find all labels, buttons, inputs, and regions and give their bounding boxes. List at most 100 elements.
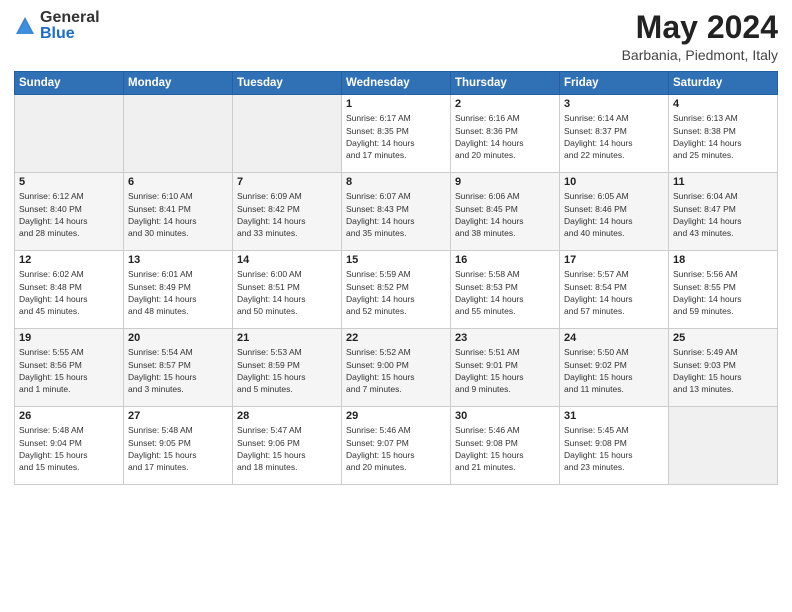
day-info: Sunrise: 5:55 AM Sunset: 8:56 PM Dayligh… xyxy=(19,346,119,395)
day-number: 11 xyxy=(673,176,773,188)
day-number: 8 xyxy=(346,176,446,188)
day-number: 27 xyxy=(128,410,228,422)
day-number: 17 xyxy=(564,254,664,266)
day-info: Sunrise: 6:01 AM Sunset: 8:49 PM Dayligh… xyxy=(128,268,228,317)
day-info: Sunrise: 6:14 AM Sunset: 8:37 PM Dayligh… xyxy=(564,112,664,161)
calendar-cell: 31 Sunrise: 5:45 AM Sunset: 9:08 PM Dayli… xyxy=(560,407,669,485)
day-number: 24 xyxy=(564,332,664,344)
day-number: 31 xyxy=(564,410,664,422)
calendar-cell xyxy=(233,95,342,173)
day-number: 1 xyxy=(346,98,446,110)
day-number: 9 xyxy=(455,176,555,188)
calendar-cell: 26 Sunrise: 5:48 AM Sunset: 9:04 PM Dayli… xyxy=(15,407,124,485)
calendar-cell: 1 Sunrise: 6:17 AM Sunset: 8:35 PM Daylig… xyxy=(342,95,451,173)
day-info: Sunrise: 5:49 AM Sunset: 9:03 PM Dayligh… xyxy=(673,346,773,395)
day-info: Sunrise: 6:05 AM Sunset: 8:46 PM Dayligh… xyxy=(564,190,664,239)
week-row-4: 26 Sunrise: 5:48 AM Sunset: 9:04 PM Dayli… xyxy=(15,407,778,485)
main-title: May 2024 xyxy=(622,10,778,45)
header: General Blue May 2024 Barbania, Piedmont… xyxy=(14,10,778,63)
calendar-cell: 18Sunrise: 5:56 AM Sunset: 8:55 PM Dayli… xyxy=(669,251,778,329)
day-info: Sunrise: 6:12 AM Sunset: 8:40 PM Dayligh… xyxy=(19,190,119,239)
day-info: Sunrise: 6:13 AM Sunset: 8:38 PM Dayligh… xyxy=(673,112,773,161)
day-info: Sunrise: 5:51 AM Sunset: 9:01 PM Dayligh… xyxy=(455,346,555,395)
calendar-cell: 23Sunrise: 5:51 AM Sunset: 9:01 PM Dayli… xyxy=(451,329,560,407)
calendar-cell: 4 Sunrise: 6:13 AM Sunset: 8:38 PM Daylig… xyxy=(669,95,778,173)
day-info: Sunrise: 5:46 AM Sunset: 9:08 PM Dayligh… xyxy=(455,424,555,473)
day-info: Sunrise: 6:06 AM Sunset: 8:45 PM Dayligh… xyxy=(455,190,555,239)
page: General Blue May 2024 Barbania, Piedmont… xyxy=(0,0,792,612)
week-row-1: 5 Sunrise: 6:12 AM Sunset: 8:40 PM Daylig… xyxy=(15,173,778,251)
day-number: 10 xyxy=(564,176,664,188)
day-number: 7 xyxy=(237,176,337,188)
week-row-0: 1 Sunrise: 6:17 AM Sunset: 8:35 PM Daylig… xyxy=(15,95,778,173)
header-row: SundayMondayTuesdayWednesdayThursdayFrid… xyxy=(15,72,778,95)
col-header-wednesday: Wednesday xyxy=(342,72,451,95)
calendar-cell: 8 Sunrise: 6:07 AM Sunset: 8:43 PM Daylig… xyxy=(342,173,451,251)
calendar-cell: 6 Sunrise: 6:10 AM Sunset: 8:41 PM Daylig… xyxy=(124,173,233,251)
calendar-cell: 28 Sunrise: 5:47 AM Sunset: 9:06 PM Dayli… xyxy=(233,407,342,485)
day-number: 12 xyxy=(19,254,119,266)
col-header-saturday: Saturday xyxy=(669,72,778,95)
day-info: Sunrise: 6:10 AM Sunset: 8:41 PM Dayligh… xyxy=(128,190,228,239)
day-info: Sunrise: 5:45 AM Sunset: 9:08 PM Dayligh… xyxy=(564,424,664,473)
day-info: Sunrise: 5:52 AM Sunset: 9:00 PM Dayligh… xyxy=(346,346,446,395)
day-info: Sunrise: 5:54 AM Sunset: 8:57 PM Dayligh… xyxy=(128,346,228,395)
logo-general: General xyxy=(40,9,100,26)
calendar-cell: 14Sunrise: 6:00 AM Sunset: 8:51 PM Dayli… xyxy=(233,251,342,329)
calendar-cell: 27 Sunrise: 5:48 AM Sunset: 9:05 PM Dayli… xyxy=(124,407,233,485)
calendar-cell: 19 Sunrise: 5:55 AM Sunset: 8:56 PM Dayli… xyxy=(15,329,124,407)
calendar-cell: 7Sunrise: 6:09 AM Sunset: 8:42 PM Daylig… xyxy=(233,173,342,251)
day-number: 29 xyxy=(346,410,446,422)
calendar-cell: 21Sunrise: 5:53 AM Sunset: 8:59 PM Dayli… xyxy=(233,329,342,407)
day-info: Sunrise: 5:46 AM Sunset: 9:07 PM Dayligh… xyxy=(346,424,446,473)
calendar-cell: 20 Sunrise: 5:54 AM Sunset: 8:57 PM Dayli… xyxy=(124,329,233,407)
day-info: Sunrise: 6:17 AM Sunset: 8:35 PM Dayligh… xyxy=(346,112,446,161)
day-info: Sunrise: 5:59 AM Sunset: 8:52 PM Dayligh… xyxy=(346,268,446,317)
day-info: Sunrise: 5:56 AM Sunset: 8:55 PM Dayligh… xyxy=(673,268,773,317)
day-info: Sunrise: 5:58 AM Sunset: 8:53 PM Dayligh… xyxy=(455,268,555,317)
day-info: Sunrise: 5:50 AM Sunset: 9:02 PM Dayligh… xyxy=(564,346,664,395)
calendar-cell: 24 Sunrise: 5:50 AM Sunset: 9:02 PM Dayli… xyxy=(560,329,669,407)
col-header-sunday: Sunday xyxy=(15,72,124,95)
week-row-2: 12 Sunrise: 6:02 AM Sunset: 8:48 PM Dayli… xyxy=(15,251,778,329)
day-info: Sunrise: 6:02 AM Sunset: 8:48 PM Dayligh… xyxy=(19,268,119,317)
day-number: 5 xyxy=(19,176,119,188)
logo-blue: Blue xyxy=(40,25,75,42)
day-number: 13 xyxy=(128,254,228,266)
calendar-cell: 16Sunrise: 5:58 AM Sunset: 8:53 PM Dayli… xyxy=(451,251,560,329)
day-number: 4 xyxy=(673,98,773,110)
day-number: 3 xyxy=(564,98,664,110)
day-number: 6 xyxy=(128,176,228,188)
day-number: 21 xyxy=(237,332,337,344)
day-number: 20 xyxy=(128,332,228,344)
calendar-cell: 22 Sunrise: 5:52 AM Sunset: 9:00 PM Dayli… xyxy=(342,329,451,407)
day-info: Sunrise: 5:48 AM Sunset: 9:04 PM Dayligh… xyxy=(19,424,119,473)
day-number: 25 xyxy=(673,332,773,344)
day-number: 26 xyxy=(19,410,119,422)
day-info: Sunrise: 6:07 AM Sunset: 8:43 PM Dayligh… xyxy=(346,190,446,239)
calendar-cell: 30Sunrise: 5:46 AM Sunset: 9:08 PM Dayli… xyxy=(451,407,560,485)
day-number: 2 xyxy=(455,98,555,110)
calendar-cell: 12 Sunrise: 6:02 AM Sunset: 8:48 PM Dayli… xyxy=(15,251,124,329)
calendar-cell: 13 Sunrise: 6:01 AM Sunset: 8:49 PM Dayli… xyxy=(124,251,233,329)
sub-title: Barbania, Piedmont, Italy xyxy=(622,47,778,63)
logo: General Blue xyxy=(14,10,100,42)
calendar-cell: 2Sunrise: 6:16 AM Sunset: 8:36 PM Daylig… xyxy=(451,95,560,173)
col-header-tuesday: Tuesday xyxy=(233,72,342,95)
col-header-thursday: Thursday xyxy=(451,72,560,95)
day-number: 19 xyxy=(19,332,119,344)
calendar-cell xyxy=(124,95,233,173)
calendar-cell: 5 Sunrise: 6:12 AM Sunset: 8:40 PM Daylig… xyxy=(15,173,124,251)
day-info: Sunrise: 5:47 AM Sunset: 9:06 PM Dayligh… xyxy=(237,424,337,473)
day-info: Sunrise: 6:00 AM Sunset: 8:51 PM Dayligh… xyxy=(237,268,337,317)
calendar-table: SundayMondayTuesdayWednesdayThursdayFrid… xyxy=(14,71,778,485)
logo-icon xyxy=(14,15,36,37)
day-info: Sunrise: 5:48 AM Sunset: 9:05 PM Dayligh… xyxy=(128,424,228,473)
day-info: Sunrise: 5:57 AM Sunset: 8:54 PM Dayligh… xyxy=(564,268,664,317)
day-number: 22 xyxy=(346,332,446,344)
calendar-cell: 25 Sunrise: 5:49 AM Sunset: 9:03 PM Dayli… xyxy=(669,329,778,407)
col-header-monday: Monday xyxy=(124,72,233,95)
day-number: 28 xyxy=(237,410,337,422)
calendar-cell: 15Sunrise: 5:59 AM Sunset: 8:52 PM Dayli… xyxy=(342,251,451,329)
calendar-cell: 3 Sunrise: 6:14 AM Sunset: 8:37 PM Daylig… xyxy=(560,95,669,173)
